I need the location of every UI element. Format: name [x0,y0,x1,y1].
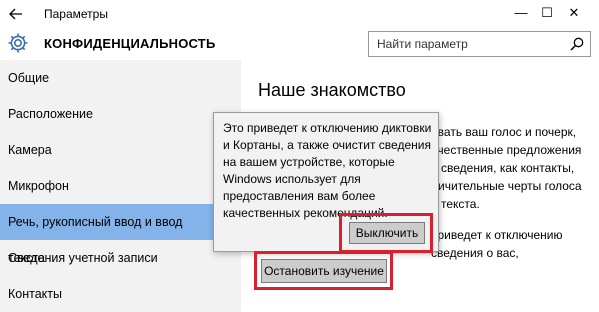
back-button[interactable] [6,4,26,24]
maximize-button[interactable]: ☐ [535,2,559,24]
sidebar-item-speech[interactable]: Речь, рукописный ввод и ввод текста [0,204,213,265]
page-title: КОНФИДЕНЦИАЛЬНОСТЬ [44,36,216,51]
content-text-line: авать ваш голос и почерк, [431,125,577,139]
search-icon[interactable] [570,37,584,51]
content-text-line: приведет к отключению [431,228,563,242]
flyout-message-line: Это приведет к отключению диктовки [223,121,432,135]
turn-off-button[interactable]: Выключить [349,222,425,244]
window-title: Параметры [44,7,108,21]
section-title: Наше знакомство [258,80,406,100]
content-text-line: е сведения, как контакты, [431,161,575,175]
flyout-message-line: на вашем устройстве, которые [223,155,395,169]
flyout-message-line: качественных рекомендаций. [223,206,388,220]
content-text-line: сведения о вас, [431,246,519,260]
gear-icon [8,33,28,53]
minimize-button[interactable]: — [509,2,533,24]
sidebar-item-camera[interactable]: Камера [0,132,213,168]
sidebar-item-account-info[interactable]: Сведения учетной записи [0,240,213,276]
stop-learning-button[interactable]: Остановить изучение [261,259,387,283]
flyout-message-line: предоставления вам более [223,189,376,203]
content-text-line: ачественные предложения [431,143,582,157]
sidebar-item-contacts[interactable]: Контакты [0,276,213,312]
sidebar: Общие Расположение Камера Микрофон Речь,… [0,60,241,312]
flyout-message-line: и Кортаны, а также очистит сведения [223,138,431,152]
search-box[interactable] [368,31,591,57]
arrow-left-icon [9,8,22,20]
content-text-line: личительные черты голоса [431,179,582,193]
search-input[interactable] [369,32,559,56]
close-button[interactable]: ✕ [562,2,586,24]
title-bar: Параметры — ☐ ✕ [0,0,599,28]
sidebar-item-general[interactable]: Общие [0,60,213,96]
page-header: КОНФИДЕНЦИАЛЬНОСТЬ [0,28,599,60]
flyout-message: Это приведет к отключению диктовки и Кор… [223,120,433,222]
sidebar-item-location[interactable]: Расположение [0,96,213,132]
flyout-message-line: Windows использует для [223,172,361,186]
sidebar-item-microphone[interactable]: Микрофон [0,168,213,204]
